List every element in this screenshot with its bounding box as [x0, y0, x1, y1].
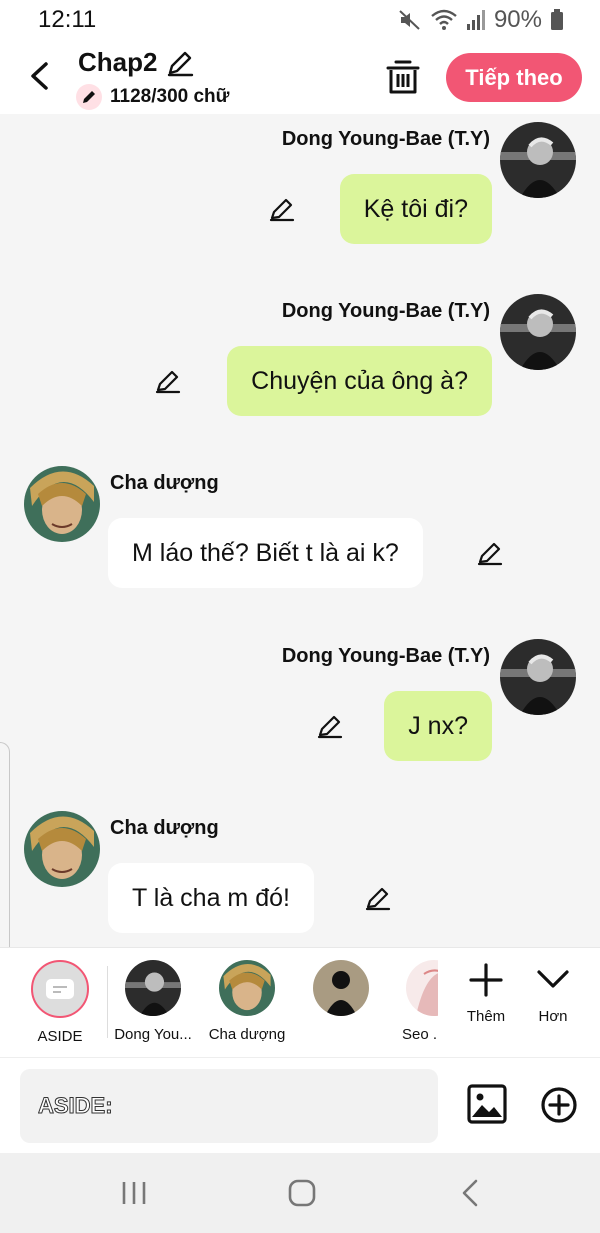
- more-button[interactable]: Hơn: [523, 962, 583, 1025]
- back-button[interactable]: [22, 56, 56, 96]
- signal-icon: [466, 10, 485, 30]
- word-count-text: 1128/300 chữ: [110, 86, 230, 107]
- character-dong-young-bae[interactable]: Dong You...: [108, 960, 198, 1043]
- message-sender: Dong Young-Bae (T.Y): [281, 128, 490, 150]
- battery-icon: [551, 9, 563, 30]
- message-sender: Dong Young-Bae (T.Y): [281, 300, 490, 322]
- status-bar: 12:11 90%: [0, 0, 600, 40]
- recent-apps-button[interactable]: [114, 1175, 154, 1211]
- chevron-left-icon: [31, 62, 48, 90]
- word-count: 1128/300 chữ: [76, 84, 229, 110]
- edit-title-icon[interactable]: [165, 48, 195, 78]
- trash-icon[interactable]: [385, 58, 421, 96]
- message-bubble[interactable]: Kệ tôi đi?: [339, 174, 492, 244]
- next-button[interactable]: Tiếp theo: [446, 53, 582, 102]
- message-sender: Cha dượng: [110, 817, 219, 839]
- home-button[interactable]: [282, 1175, 322, 1211]
- avatar-dong-young-bae[interactable]: [500, 122, 576, 198]
- edit-message-icon[interactable]: [364, 884, 392, 912]
- message-bubble[interactable]: Chuyện của ông à?: [227, 346, 492, 416]
- message-input[interactable]: [38, 1093, 438, 1119]
- avatar-dong-young-bae[interactable]: [500, 639, 576, 715]
- avatar: [219, 960, 275, 1016]
- chat-area[interactable]: Dong Young-Bae (T.Y) Kệ tôi đi? Dong You…: [0, 114, 600, 947]
- edit-message-icon[interactable]: [476, 539, 504, 567]
- character-label: Cha dượng: [208, 1026, 286, 1043]
- message-bubble[interactable]: J nx?: [384, 691, 492, 761]
- message-bubble[interactable]: M láo thế? Biết t là ai k?: [108, 518, 423, 588]
- mute-icon: [399, 10, 420, 30]
- character-label: Dong You...: [114, 1026, 192, 1043]
- message-sender: Dong Young-Bae (T.Y): [281, 645, 490, 667]
- avatar: [125, 960, 181, 1016]
- side-panel-handle[interactable]: [0, 742, 10, 970]
- input-bar: [0, 1057, 600, 1153]
- character-aside[interactable]: ASIDE: [15, 960, 105, 1045]
- edit-message-icon[interactable]: [154, 367, 182, 395]
- character-label: Seo .: [402, 1026, 438, 1043]
- plus-icon: [469, 963, 503, 997]
- header: Chap2 1128/300 chữ Tiếp theo: [0, 40, 600, 114]
- character-cha-duong[interactable]: Cha dượng: [202, 960, 292, 1043]
- chevron-down-icon: [537, 970, 569, 988]
- battery-percent: 90%: [493, 6, 542, 33]
- image-icon[interactable]: [467, 1084, 507, 1124]
- character-silhouette[interactable]: [296, 960, 386, 1026]
- system-nav-bar: [0, 1153, 600, 1233]
- avatar-cha-duong[interactable]: [24, 811, 100, 887]
- add-character-button[interactable]: Thêm: [456, 962, 516, 1025]
- edit-message-icon[interactable]: [268, 195, 296, 223]
- avatar: [313, 960, 369, 1016]
- recent-apps-icon: [122, 1182, 146, 1204]
- system-back-button[interactable]: [450, 1175, 490, 1211]
- home-icon: [288, 1179, 316, 1207]
- aside-icon: [31, 960, 89, 1018]
- message-sender: Cha dượng: [110, 472, 219, 494]
- status-time: 12:11: [38, 6, 97, 33]
- avatar-dong-young-bae[interactable]: [500, 294, 576, 370]
- add-character-label: Thêm: [466, 1008, 506, 1025]
- chapter-title: Chap2: [78, 47, 158, 77]
- avatar-cha-duong[interactable]: [24, 466, 100, 542]
- more-label: Hơn: [538, 1008, 568, 1025]
- title-group: Chap2: [78, 47, 195, 78]
- message-input-wrap: [20, 1069, 438, 1143]
- edit-message-icon[interactable]: [316, 712, 344, 740]
- character-selector: ASIDE Dong You... Cha dượng Seo . Thêm H…: [0, 947, 600, 1057]
- avatar: [406, 960, 438, 1016]
- add-circle-icon[interactable]: [540, 1086, 578, 1124]
- status-icons: 90%: [398, 6, 564, 34]
- message-bubble[interactable]: T là cha m đó!: [108, 863, 314, 933]
- character-seo[interactable]: Seo .: [390, 960, 438, 1043]
- pencil-icon: [76, 84, 102, 110]
- wifi-icon: [431, 9, 457, 30]
- back-icon: [462, 1179, 478, 1207]
- character-label: ASIDE: [37, 1028, 83, 1045]
